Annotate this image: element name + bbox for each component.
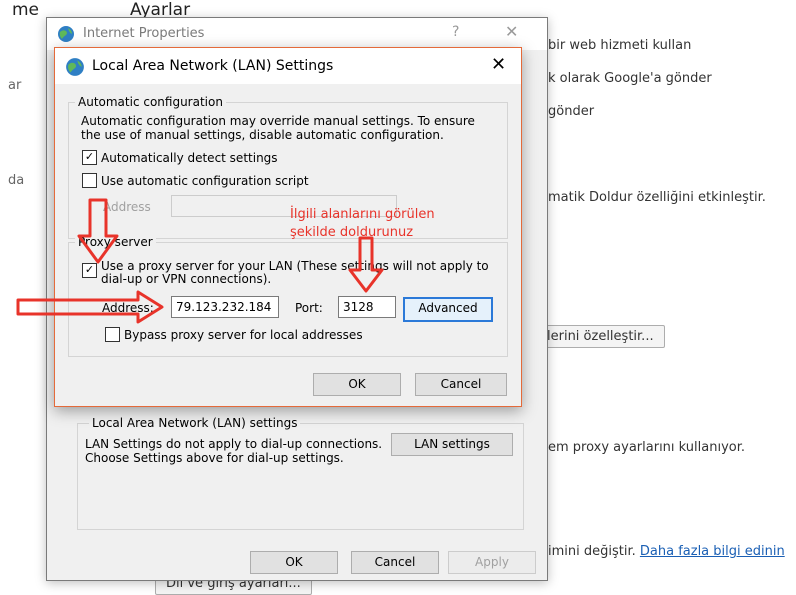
right-arrow-icon <box>16 290 164 324</box>
down-arrow-icon <box>77 198 119 264</box>
annotation-text: İlgili alanlarını görülen şekilde doldur… <box>290 206 435 242</box>
annotation-line: İlgili alanlarını görülen <box>290 207 435 222</box>
annotation-arrows <box>16 198 384 324</box>
annotation-line: şekilde doldurunuz <box>290 225 414 240</box>
down-arrow-icon <box>348 236 384 293</box>
